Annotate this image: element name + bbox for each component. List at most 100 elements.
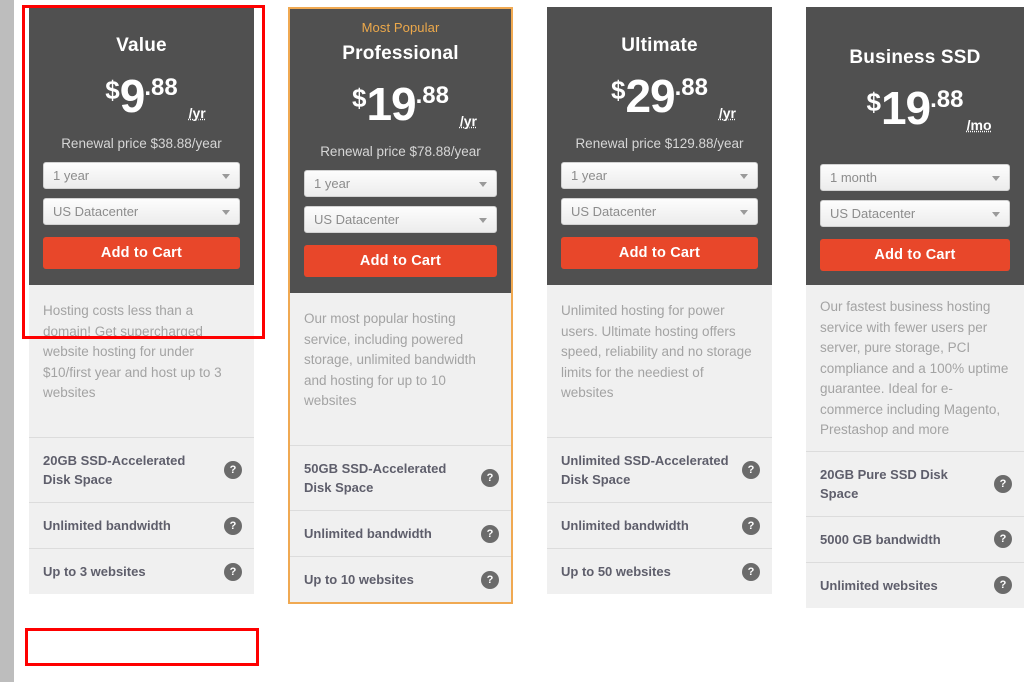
plan-name: Professional xyxy=(342,43,459,64)
feature-row[interactable]: 20GB SSD-Accelerated Disk Space ? xyxy=(29,437,254,502)
datacenter-select-value: US Datacenter xyxy=(314,212,400,227)
plan-price: $9.88 /yr xyxy=(43,69,240,127)
feature-label: Unlimited bandwidth xyxy=(304,526,432,541)
question-mark-icon[interactable]: ? xyxy=(742,562,760,581)
feature-label: Unlimited bandwidth xyxy=(43,518,171,533)
plan-header: Value $9.88 /yr Renewal price $38.88/yea… xyxy=(29,7,254,285)
feature-row[interactable]: 5000 GB bandwidth ? xyxy=(806,515,1024,562)
price-cents: .88 xyxy=(144,74,178,101)
chevron-down-icon xyxy=(992,176,1000,181)
question-mark-icon[interactable]: ? xyxy=(742,461,760,479)
term-select-value: 1 year xyxy=(53,168,90,183)
question-mark-icon[interactable]: ? xyxy=(481,570,499,589)
chevron-down-icon xyxy=(222,174,230,179)
price-period: /yr xyxy=(188,105,206,121)
chevron-down-icon xyxy=(992,212,1000,217)
pricing-card-professional[interactable]: Most Popular Professional $19.88 /yr Ren… xyxy=(288,7,513,604)
question-mark-icon[interactable]: ? xyxy=(224,562,242,581)
term-select[interactable]: 1 month xyxy=(820,164,1010,191)
plan-name: Business SSD xyxy=(849,47,981,68)
renewal-price: Renewal price $78.88/year xyxy=(320,144,481,159)
currency-symbol: $ xyxy=(351,83,367,113)
price-whole: 9 xyxy=(119,70,146,122)
plan-description: Hosting costs less than a domain! Get su… xyxy=(29,285,254,437)
question-mark-icon[interactable]: ? xyxy=(481,469,499,487)
add-to-cart-button[interactable]: Add to Cart xyxy=(820,239,1010,271)
plan-price: $29.88 /yr xyxy=(561,69,758,127)
question-mark-icon[interactable]: ? xyxy=(994,530,1012,548)
chevron-down-icon xyxy=(740,174,748,179)
chevron-down-icon xyxy=(222,210,230,215)
feature-row[interactable]: 50GB SSD-Accelerated Disk Space ? xyxy=(290,445,511,510)
feature-row[interactable]: Up to 3 websites ? xyxy=(29,548,254,594)
datacenter-select-value: US Datacenter xyxy=(53,204,139,219)
question-mark-icon[interactable]: ? xyxy=(994,474,1012,493)
feature-row[interactable]: Unlimited bandwidth ? xyxy=(290,510,511,556)
feature-label: Up to 10 websites xyxy=(304,572,414,587)
feature-label: Unlimited websites xyxy=(820,577,938,593)
feature-label: 5000 GB bandwidth xyxy=(820,531,941,547)
pricing-plan-grid: Value $9.88 /yr Renewal price $38.88/yea… xyxy=(0,0,1024,682)
term-select-value: 1 month xyxy=(830,170,877,185)
feature-row[interactable]: Unlimited bandwidth ? xyxy=(547,502,772,548)
datacenter-select-value: US Datacenter xyxy=(571,204,657,219)
feature-label: Unlimited SSD-Accelerated Disk Space xyxy=(561,453,729,487)
plan-header: Business SSD $19.88 /mo 1 month US Datac… xyxy=(806,7,1024,285)
price-cents: .88 xyxy=(415,82,449,109)
plan-description: Our fastest business hosting service wit… xyxy=(806,285,1024,451)
question-mark-icon[interactable]: ? xyxy=(224,461,242,479)
question-mark-icon[interactable]: ? xyxy=(224,516,242,535)
price-period: /yr xyxy=(718,105,736,121)
datacenter-select-value: US Datacenter xyxy=(830,206,916,221)
feature-label: 20GB Pure SSD Disk Space xyxy=(820,466,948,501)
most-popular-badge: Most Popular xyxy=(361,20,440,35)
plan-description: Unlimited hosting for power users. Ultim… xyxy=(547,285,772,437)
plan-header: Most Popular Professional $19.88 /yr Ren… xyxy=(290,9,511,293)
currency-symbol: $ xyxy=(105,75,120,105)
plan-name: Value xyxy=(116,35,167,56)
chevron-down-icon xyxy=(479,182,487,187)
plan-header: Ultimate $29.88 /yr Renewal price $129.8… xyxy=(547,7,772,285)
currency-symbol: $ xyxy=(610,75,626,105)
question-mark-icon[interactable]: ? xyxy=(481,524,499,543)
question-mark-icon[interactable]: ? xyxy=(994,576,1012,594)
price-period: /mo xyxy=(966,117,992,133)
chevron-down-icon xyxy=(479,218,487,223)
feature-label: Up to 3 websites xyxy=(43,564,146,579)
feature-label: Up to 50 websites xyxy=(561,564,671,579)
datacenter-select[interactable]: US Datacenter xyxy=(304,206,497,233)
plan-price: $19.88 /yr xyxy=(304,77,497,135)
term-select[interactable]: 1 year xyxy=(43,162,240,189)
pricing-card-ultimate[interactable]: Ultimate $29.88 /yr Renewal price $129.8… xyxy=(547,7,772,594)
pricing-card-value[interactable]: Value $9.88 /yr Renewal price $38.88/yea… xyxy=(29,7,254,594)
renewal-price: Renewal price $129.88/year xyxy=(575,136,744,151)
question-mark-icon[interactable]: ? xyxy=(742,516,760,535)
term-select[interactable]: 1 year xyxy=(304,170,497,197)
renewal-spacer xyxy=(820,139,1010,155)
add-to-cart-button[interactable]: Add to Cart xyxy=(561,237,758,269)
feature-row[interactable]: Up to 10 websites ? xyxy=(290,556,511,602)
add-to-cart-button[interactable]: Add to Cart xyxy=(43,237,240,269)
price-cents: .88 xyxy=(674,74,708,101)
feature-row[interactable]: Unlimited websites ? xyxy=(806,561,1024,608)
add-to-cart-button[interactable]: Add to Cart xyxy=(304,245,497,277)
currency-symbol: $ xyxy=(866,87,881,117)
highlight-box-websites-feature xyxy=(25,628,259,666)
datacenter-select[interactable]: US Datacenter xyxy=(561,198,758,225)
term-select[interactable]: 1 year xyxy=(561,162,758,189)
feature-row[interactable]: Unlimited SSD-Accelerated Disk Space ? xyxy=(547,437,772,502)
pricing-card-business-ssd[interactable]: Business SSD $19.88 /mo 1 month US Datac… xyxy=(806,7,1024,608)
feature-label: 20GB SSD-Accelerated Disk Space xyxy=(43,453,186,487)
plan-name: Ultimate xyxy=(621,35,698,56)
datacenter-select[interactable]: US Datacenter xyxy=(820,200,1010,227)
feature-row[interactable]: Up to 50 websites ? xyxy=(547,548,772,594)
feature-row[interactable]: Unlimited bandwidth ? xyxy=(29,502,254,548)
price-period: /yr xyxy=(459,113,477,129)
term-select-value: 1 year xyxy=(571,168,608,183)
price-whole: 19 xyxy=(366,78,416,130)
term-select-value: 1 year xyxy=(314,176,351,191)
feature-row[interactable]: 20GB Pure SSD Disk Space ? xyxy=(806,450,1024,516)
datacenter-select[interactable]: US Datacenter xyxy=(43,198,240,225)
price-whole: 29 xyxy=(625,70,675,122)
feature-label: 50GB SSD-Accelerated Disk Space xyxy=(304,461,447,495)
